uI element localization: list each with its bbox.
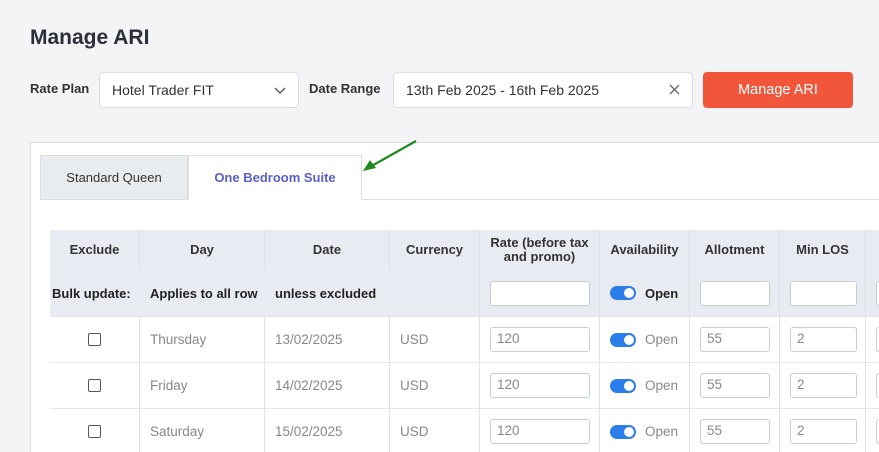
- rate-cell: 120: [480, 409, 600, 452]
- chevron-down-icon: [274, 82, 286, 98]
- availability-toggle[interactable]: [610, 332, 636, 347]
- availability-toggle[interactable]: [610, 424, 636, 439]
- tab-one-bedroom-suite[interactable]: One Bedroom Suite: [188, 155, 362, 200]
- rate-input[interactable]: 120: [490, 373, 590, 398]
- bulk-rate-input[interactable]: [490, 280, 590, 306]
- header-min-los: Min LOS: [780, 230, 866, 270]
- page-title: Manage ARI: [30, 26, 150, 49]
- bulk-currency-empty: [390, 270, 480, 316]
- availability-label: Open: [645, 424, 679, 439]
- date-range-label: Date Range: [309, 81, 381, 96]
- overflow-cell: [866, 409, 879, 452]
- day-cell: Saturday: [140, 409, 265, 452]
- rate-input[interactable]: 120: [490, 327, 590, 352]
- bulk-rate-cell: [480, 270, 600, 316]
- table-header: Exclude Day Date Currency Rate (before t…: [50, 230, 879, 270]
- table-row: Saturday 15/02/2025 USD 120 Open 55 2: [50, 409, 879, 452]
- bulk-min-los-input[interactable]: [790, 280, 857, 306]
- exclude-cell: [50, 317, 140, 362]
- exclude-checkbox[interactable]: [88, 379, 101, 392]
- availability-cell: Open: [600, 409, 690, 452]
- manage-ari-button[interactable]: Manage ARI: [703, 72, 853, 108]
- overflow-cell: [866, 317, 879, 362]
- availability-toggle[interactable]: [610, 378, 636, 393]
- min-los-cell: 2: [780, 317, 866, 362]
- date-range-value: 13th Feb 2025 - 16th Feb 2025: [406, 82, 600, 98]
- min-los-cell: 2: [780, 363, 866, 408]
- header-date: Date: [265, 230, 390, 270]
- min-los-input[interactable]: 2: [790, 373, 857, 398]
- bulk-update-label: Bulk update:: [52, 285, 131, 301]
- availability-cell: Open: [600, 363, 690, 408]
- date-range-input[interactable]: 13th Feb 2025 - 16th Feb 2025: [393, 72, 693, 108]
- header-day: Day: [140, 230, 265, 270]
- allotment-input[interactable]: 55: [700, 327, 770, 352]
- rate-plan-label: Rate Plan: [30, 81, 90, 96]
- header-rate: Rate (before tax and promo): [480, 230, 600, 270]
- bulk-overflow-cell: [866, 270, 879, 316]
- availability-label: Open: [645, 332, 679, 347]
- arrow-icon: [363, 140, 417, 171]
- allotment-cell: 55: [690, 317, 780, 362]
- currency-cell: USD: [390, 317, 480, 362]
- table-row: Friday 14/02/2025 USD 120 Open 55 2: [50, 363, 879, 409]
- date-cell: 14/02/2025: [265, 363, 390, 408]
- header-overflow: [866, 230, 879, 270]
- overflow-cell: [866, 363, 879, 408]
- min-los-input[interactable]: 2: [790, 419, 857, 444]
- rate-cell: 120: [480, 363, 600, 408]
- bulk-availability-label: Open: [645, 285, 679, 301]
- rate-input[interactable]: 120: [490, 419, 590, 444]
- availability-label: Open: [645, 378, 679, 393]
- exclude-cell: [50, 363, 140, 408]
- bulk-min-los-cell: [780, 270, 866, 316]
- allotment-input[interactable]: 55: [700, 373, 770, 398]
- exclude-checkbox[interactable]: [88, 425, 101, 438]
- bulk-availability-cell: Open: [600, 270, 690, 316]
- day-cell: Friday: [140, 363, 265, 408]
- tab-standard-queen[interactable]: Standard Queen: [40, 155, 188, 200]
- bulk-allotment-cell: [690, 270, 780, 316]
- ari-table: Exclude Day Date Currency Rate (before t…: [50, 230, 879, 452]
- bulk-applies-text: Applies to all row: [150, 285, 258, 301]
- date-cell: 15/02/2025: [265, 409, 390, 452]
- currency-cell: USD: [390, 409, 480, 452]
- availability-cell: Open: [600, 317, 690, 362]
- rate-plan-select[interactable]: Hotel Trader FIT: [99, 72, 299, 108]
- rate-plan-value: Hotel Trader FIT: [112, 82, 214, 98]
- allotment-cell: 55: [690, 363, 780, 408]
- header-availability: Availability: [600, 230, 690, 270]
- min-los-cell: 2: [780, 409, 866, 452]
- bulk-allotment-input[interactable]: [700, 280, 770, 306]
- exclude-checkbox[interactable]: [88, 333, 101, 346]
- bulk-unless-text: unless excluded: [275, 285, 377, 301]
- bulk-availability-toggle[interactable]: [610, 286, 636, 300]
- header-currency: Currency: [390, 230, 480, 270]
- date-cell: 13/02/2025: [265, 317, 390, 362]
- header-allotment: Allotment: [690, 230, 780, 270]
- bulk-update-row: Bulk update: Applies to all row unless e…: [50, 270, 879, 317]
- min-los-input[interactable]: 2: [790, 327, 857, 352]
- day-cell: Thursday: [140, 317, 265, 362]
- allotment-cell: 55: [690, 409, 780, 452]
- header-exclude: Exclude: [50, 230, 140, 270]
- allotment-input[interactable]: 55: [700, 419, 770, 444]
- currency-cell: USD: [390, 363, 480, 408]
- table-row: Thursday 13/02/2025 USD 120 Open 55 2: [50, 317, 879, 363]
- exclude-cell: [50, 409, 140, 452]
- rate-cell: 120: [480, 317, 600, 362]
- close-icon[interactable]: [669, 82, 680, 98]
